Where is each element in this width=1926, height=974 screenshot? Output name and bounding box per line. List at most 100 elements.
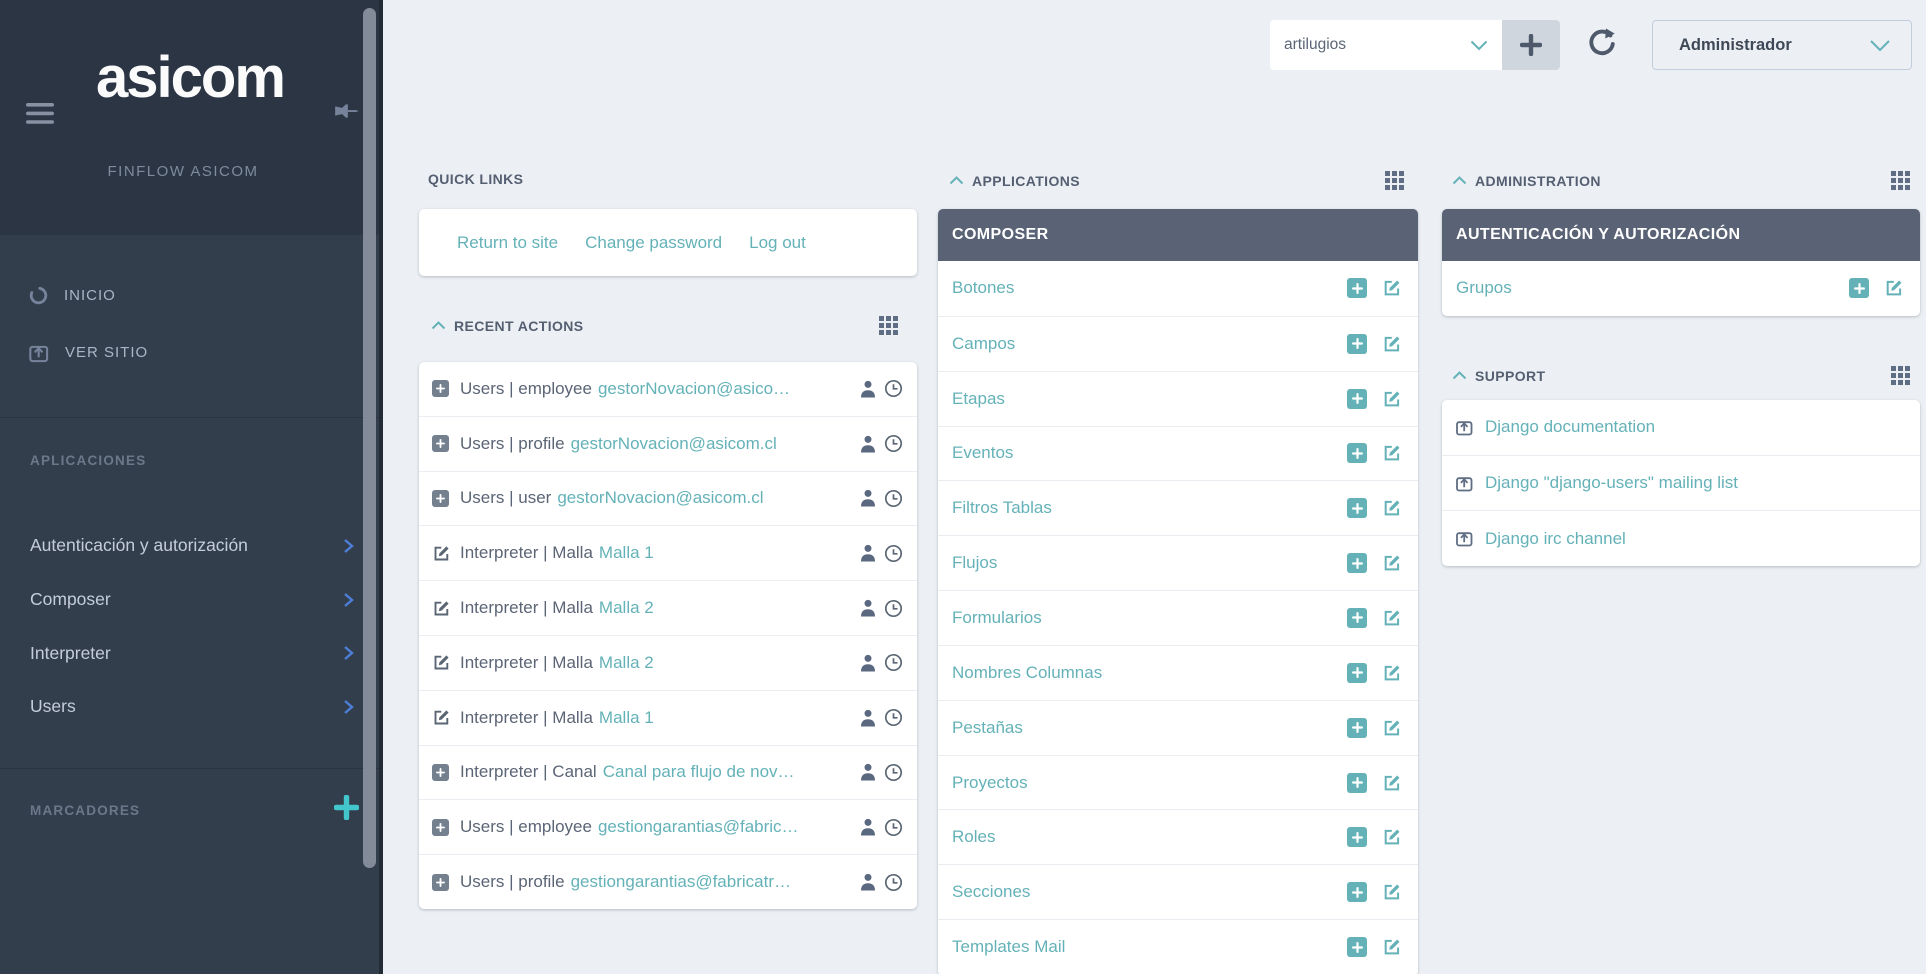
model-add-button[interactable] <box>1347 937 1367 957</box>
model-edit-button[interactable] <box>1382 827 1402 847</box>
recent-action-link[interactable]: Malla 2 <box>599 653 654 673</box>
history-icon[interactable] <box>884 489 903 508</box>
model-link[interactable]: Filtros Tablas <box>952 498 1052 518</box>
model-edit-button[interactable] <box>1382 718 1402 738</box>
model-link[interactable]: Templates Mail <box>952 937 1065 957</box>
history-icon[interactable] <box>884 599 903 618</box>
recent-action-link[interactable]: gestiongarantias@fabricatr… <box>571 872 791 892</box>
model-edit-button[interactable] <box>1382 937 1402 957</box>
history-icon[interactable] <box>884 873 903 892</box>
chevron-up-icon[interactable] <box>1452 176 1467 185</box>
history-icon[interactable] <box>884 818 903 837</box>
model-edit-button[interactable] <box>1382 882 1402 902</box>
recent-action-link[interactable]: gestorNovacion@asicom.cl <box>557 488 763 508</box>
grid-handle-icon[interactable] <box>1385 171 1404 190</box>
user-icon[interactable] <box>860 380 876 398</box>
sidebar-scrollbar[interactable] <box>363 8 376 868</box>
model-add-button[interactable] <box>1347 882 1367 902</box>
support-link[interactable]: Django documentation <box>1485 417 1655 437</box>
project-selector[interactable]: artilugios <box>1270 20 1502 70</box>
history-icon[interactable] <box>884 763 903 782</box>
add-bookmark-button[interactable] <box>334 795 359 820</box>
user-icon[interactable] <box>860 435 876 453</box>
model-link[interactable]: Etapas <box>952 389 1005 409</box>
model-add-button[interactable] <box>1347 278 1367 298</box>
recent-action-link[interactable]: gestorNovacion@asicom.cl <box>571 434 777 454</box>
quick-link[interactable]: Return to site <box>457 233 558 253</box>
model-link[interactable]: Roles <box>952 827 995 847</box>
model-edit-button[interactable] <box>1382 278 1402 298</box>
history-icon[interactable] <box>884 708 903 727</box>
sidebar-nav-item[interactable]: INICIO <box>0 267 363 324</box>
model-add-button[interactable] <box>1849 278 1869 298</box>
model-edit-button[interactable] <box>1382 773 1402 793</box>
model-edit-button[interactable] <box>1382 608 1402 628</box>
model-add-button[interactable] <box>1347 334 1367 354</box>
user-icon[interactable] <box>860 763 876 781</box>
model-link[interactable]: Proyectos <box>952 773 1028 793</box>
quick-link[interactable]: Log out <box>749 233 806 253</box>
user-icon[interactable] <box>860 489 876 507</box>
recent-action-link[interactable]: Malla 1 <box>599 708 654 728</box>
recent-action-link[interactable]: Canal para flujo de nov… <box>603 762 795 782</box>
user-icon[interactable] <box>860 818 876 836</box>
model-link[interactable]: Formularios <box>952 608 1042 628</box>
model-link[interactable]: Eventos <box>952 443 1013 463</box>
model-link[interactable]: Grupos <box>1456 278 1512 298</box>
model-add-button[interactable] <box>1347 663 1367 683</box>
quick-link[interactable]: Change password <box>585 233 722 253</box>
model-edit-button[interactable] <box>1382 443 1402 463</box>
user-menu[interactable]: Administrador <box>1652 20 1912 70</box>
add-project-button[interactable] <box>1502 20 1560 70</box>
grid-handle-icon[interactable] <box>879 316 898 335</box>
model-add-button[interactable] <box>1347 718 1367 738</box>
model-add-button[interactable] <box>1347 389 1367 409</box>
sidebar-app-item[interactable]: Autenticación y autorización <box>0 519 379 573</box>
recent-action-link[interactable]: gestiongarantias@fabric… <box>598 817 799 837</box>
user-icon[interactable] <box>860 709 876 727</box>
user-icon[interactable] <box>860 654 876 672</box>
model-edit-button[interactable] <box>1382 663 1402 683</box>
sidebar-app-item[interactable]: Users <box>0 680 379 734</box>
history-icon[interactable] <box>884 379 903 398</box>
model-add-button[interactable] <box>1347 827 1367 847</box>
model-edit-button[interactable] <box>1382 553 1402 573</box>
support-link[interactable]: Django "django-users" mailing list <box>1485 473 1738 493</box>
user-icon[interactable] <box>860 873 876 891</box>
model-link[interactable]: Pestañas <box>952 718 1023 738</box>
sidebar-app-item[interactable]: Composer <box>0 573 379 627</box>
refresh-icon[interactable] <box>1584 26 1620 62</box>
model-edit-button[interactable] <box>1382 498 1402 518</box>
sidebar-app-item[interactable]: Interpreter <box>0 626 379 680</box>
logo[interactable]: asicom <box>0 44 380 111</box>
user-icon[interactable] <box>860 544 876 562</box>
model-edit-button[interactable] <box>1382 389 1402 409</box>
model-edit-button[interactable] <box>1884 278 1904 298</box>
recent-action-link[interactable]: gestorNovacion@asico… <box>598 379 790 399</box>
model-link[interactable]: Campos <box>952 334 1015 354</box>
chevron-up-icon[interactable] <box>431 321 446 330</box>
sidebar-nav-item[interactable]: VER SITIO <box>0 324 363 381</box>
user-icon[interactable] <box>860 599 876 617</box>
model-add-button[interactable] <box>1347 773 1367 793</box>
model-add-button[interactable] <box>1347 498 1367 518</box>
model-edit-button[interactable] <box>1382 334 1402 354</box>
support-link[interactable]: Django irc channel <box>1485 529 1626 549</box>
history-icon[interactable] <box>884 434 903 453</box>
grid-handle-icon[interactable] <box>1891 366 1910 385</box>
chevron-up-icon[interactable] <box>949 176 964 185</box>
chevron-up-icon[interactable] <box>1452 371 1467 380</box>
model-add-button[interactable] <box>1347 443 1367 463</box>
pin-icon[interactable] <box>332 96 362 126</box>
recent-action-link[interactable]: Malla 1 <box>599 543 654 563</box>
model-link[interactable]: Flujos <box>952 553 997 573</box>
recent-action-link[interactable]: Malla 2 <box>599 598 654 618</box>
model-add-button[interactable] <box>1347 553 1367 573</box>
history-icon[interactable] <box>884 544 903 563</box>
grid-handle-icon[interactable] <box>1891 171 1910 190</box>
model-link[interactable]: Secciones <box>952 882 1030 902</box>
history-icon[interactable] <box>884 653 903 672</box>
model-link[interactable]: Botones <box>952 278 1014 298</box>
model-link[interactable]: Nombres Columnas <box>952 663 1102 683</box>
model-add-button[interactable] <box>1347 608 1367 628</box>
